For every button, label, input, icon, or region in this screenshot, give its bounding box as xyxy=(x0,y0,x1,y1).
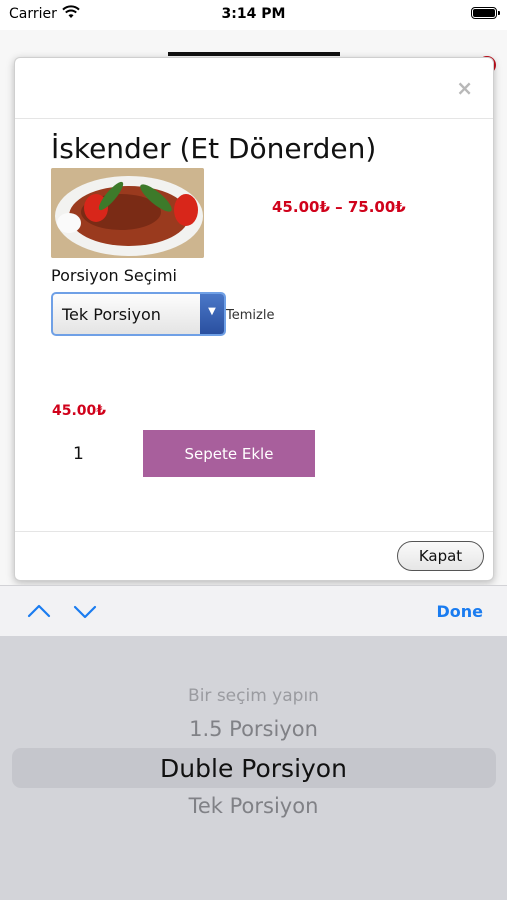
close-button[interactable]: Kapat xyxy=(397,541,484,571)
add-to-cart-button[interactable]: Sepete Ekle xyxy=(143,430,315,477)
price-range: 45.00₺ – 75.00₺ xyxy=(272,198,406,216)
chevron-down-icon[interactable] xyxy=(73,599,97,623)
done-button[interactable]: Done xyxy=(436,602,483,621)
portion-select-value: Tek Porsiyon xyxy=(62,305,161,324)
close-icon[interactable]: × xyxy=(456,76,473,100)
status-bar: Carrier 3:14 PM xyxy=(0,0,507,30)
background-header-bar xyxy=(168,52,340,56)
chevron-down-icon: ▼ xyxy=(200,294,224,334)
battery-icon xyxy=(471,7,500,19)
chevron-up-icon[interactable] xyxy=(27,599,51,623)
modal-header: × xyxy=(15,58,493,119)
keyboard-toolbar: Done xyxy=(0,585,507,636)
picker-option[interactable]: Bir seçim yapın xyxy=(0,686,507,706)
product-title: İskender (Et Dönerden) xyxy=(51,132,377,165)
product-image xyxy=(51,168,204,258)
clock: 3:14 PM xyxy=(221,6,286,22)
selected-price: 45.00₺ xyxy=(52,403,107,419)
quantity-input[interactable]: 1 xyxy=(73,444,84,464)
modal-footer xyxy=(15,531,493,532)
picker-option-selected[interactable]: Duble Porsiyon xyxy=(0,754,507,783)
portion-label: Porsiyon Seçimi xyxy=(51,266,177,285)
picker-option[interactable]: 1.5 Porsiyon xyxy=(0,717,507,741)
portion-select[interactable]: Tek Porsiyon ▼ xyxy=(51,292,226,336)
picker-option[interactable]: Tek Porsiyon xyxy=(0,794,507,818)
option-picker[interactable]: Bir seçim yapın 1.5 Porsiyon Duble Porsi… xyxy=(0,636,507,900)
clear-selection-link[interactable]: Temizle xyxy=(226,308,274,323)
product-modal: × İskender (Et Dönerden) 45.00₺ – 75.00₺… xyxy=(14,57,494,581)
